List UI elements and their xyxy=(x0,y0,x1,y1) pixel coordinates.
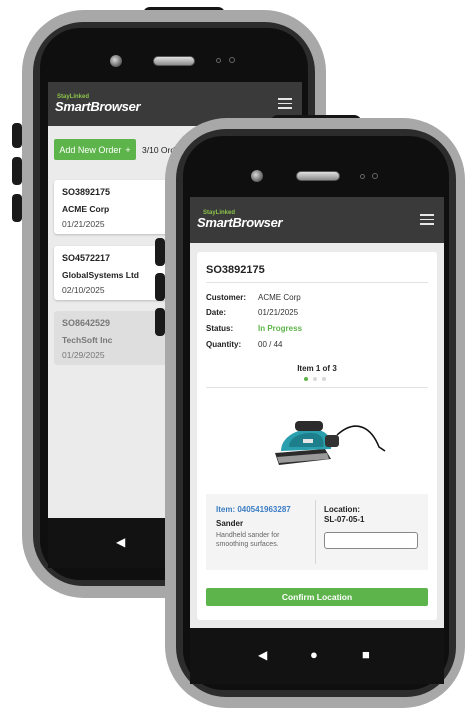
item-number-link[interactable]: Item: 040541963287 xyxy=(216,505,291,514)
order-id: SO8642529 xyxy=(62,318,111,328)
side-button[interactable] xyxy=(155,238,165,266)
divider xyxy=(206,282,428,283)
order-id: SO4572217 xyxy=(62,253,111,263)
app-bar: StayLinked SmartBrowser xyxy=(190,197,444,243)
field-label: Customer: xyxy=(206,293,247,302)
sensor-dot xyxy=(229,57,235,63)
quantity-value: 00 / 44 xyxy=(258,340,283,349)
page-title: SO3892175 xyxy=(206,264,265,276)
date-value: 01/21/2025 xyxy=(258,308,299,317)
sensor-dot xyxy=(216,58,221,63)
order-date: 01/29/2025 xyxy=(62,350,105,360)
item-description: Handheld sander for smoothing surfaces. xyxy=(216,532,280,548)
front-screen: StayLinked SmartBrowser SO3892175 Custom… xyxy=(190,197,444,628)
home-icon[interactable]: ● xyxy=(310,647,318,662)
item-name: Sander xyxy=(216,519,244,528)
order-detail-panel: SO3892175 Customer: ACME Corp Date: 01/2… xyxy=(197,252,437,620)
sensor-dot xyxy=(360,174,365,179)
confirm-location-button[interactable]: Confirm Location xyxy=(206,588,428,606)
sander-product-image xyxy=(275,421,386,465)
back-icon[interactable]: ◀ xyxy=(258,648,267,662)
side-button[interactable] xyxy=(155,308,165,336)
add-new-order-label: Add New Order xyxy=(59,144,122,155)
order-company: TechSoft Inc xyxy=(62,335,113,345)
order-company: ACME Corp xyxy=(62,204,110,214)
side-button[interactable] xyxy=(12,123,22,148)
pager-dot[interactable] xyxy=(313,377,317,381)
pager-dot-active[interactable] xyxy=(304,377,308,381)
camera-icon xyxy=(110,55,122,67)
menu-icon[interactable] xyxy=(420,214,434,228)
menu-icon[interactable] xyxy=(278,98,292,112)
pager-dot[interactable] xyxy=(322,377,326,381)
order-id: SO3892175 xyxy=(62,187,111,197)
item-divider xyxy=(315,500,316,564)
divider xyxy=(206,387,428,388)
field-label: Quantity: xyxy=(206,340,242,349)
plus-icon: + xyxy=(125,144,131,155)
recent-apps-icon[interactable]: ■ xyxy=(362,647,370,662)
customer-value: ACME Corp xyxy=(258,293,301,302)
order-date: 02/10/2025 xyxy=(62,285,105,295)
speaker-grille xyxy=(153,56,195,66)
field-label: Date: xyxy=(206,308,227,317)
front-nav-bar: ◀ ● ■ xyxy=(190,628,444,684)
brand-logo: SmartBrowser xyxy=(197,215,283,230)
location-input[interactable] xyxy=(324,532,418,549)
back-icon[interactable]: ◀ xyxy=(116,535,125,549)
camera-icon xyxy=(251,170,263,182)
field-label: Status: xyxy=(206,324,234,333)
side-button[interactable] xyxy=(155,273,165,301)
item-card: Item: 040541963287 Sander Handheld sande… xyxy=(206,494,428,570)
side-button[interactable] xyxy=(12,157,22,185)
speaker-grille xyxy=(296,171,340,181)
location-value: SL-07-05-1 xyxy=(324,515,365,524)
brand-logo: SmartBrowser xyxy=(55,99,141,114)
order-date: 01/21/2025 xyxy=(62,219,105,229)
order-company: GlobalSystems Ltd xyxy=(62,270,139,280)
sensor-dot xyxy=(372,173,378,179)
pager-label: Item 1 of 3 xyxy=(297,364,337,373)
side-button[interactable] xyxy=(12,194,22,222)
status-badge: In Progress xyxy=(258,324,303,333)
location-label: Location: xyxy=(324,505,360,514)
add-new-order-button[interactable]: Add New Order + xyxy=(54,139,136,160)
